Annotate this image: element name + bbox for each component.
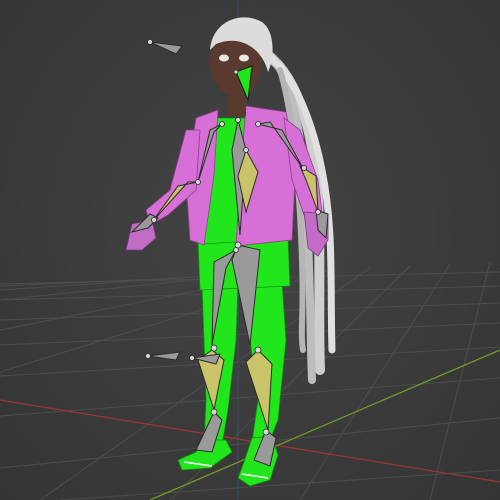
- viewport-canvas[interactable]: [0, 0, 500, 500]
- 3d-viewport[interactable]: [0, 0, 500, 500]
- ik-bone-head[interactable]: [149, 41, 183, 55]
- eye-left: [219, 54, 229, 62]
- eye-right: [239, 54, 249, 62]
- ik-bone-foot[interactable]: [147, 351, 181, 361]
- neck: [228, 96, 246, 116]
